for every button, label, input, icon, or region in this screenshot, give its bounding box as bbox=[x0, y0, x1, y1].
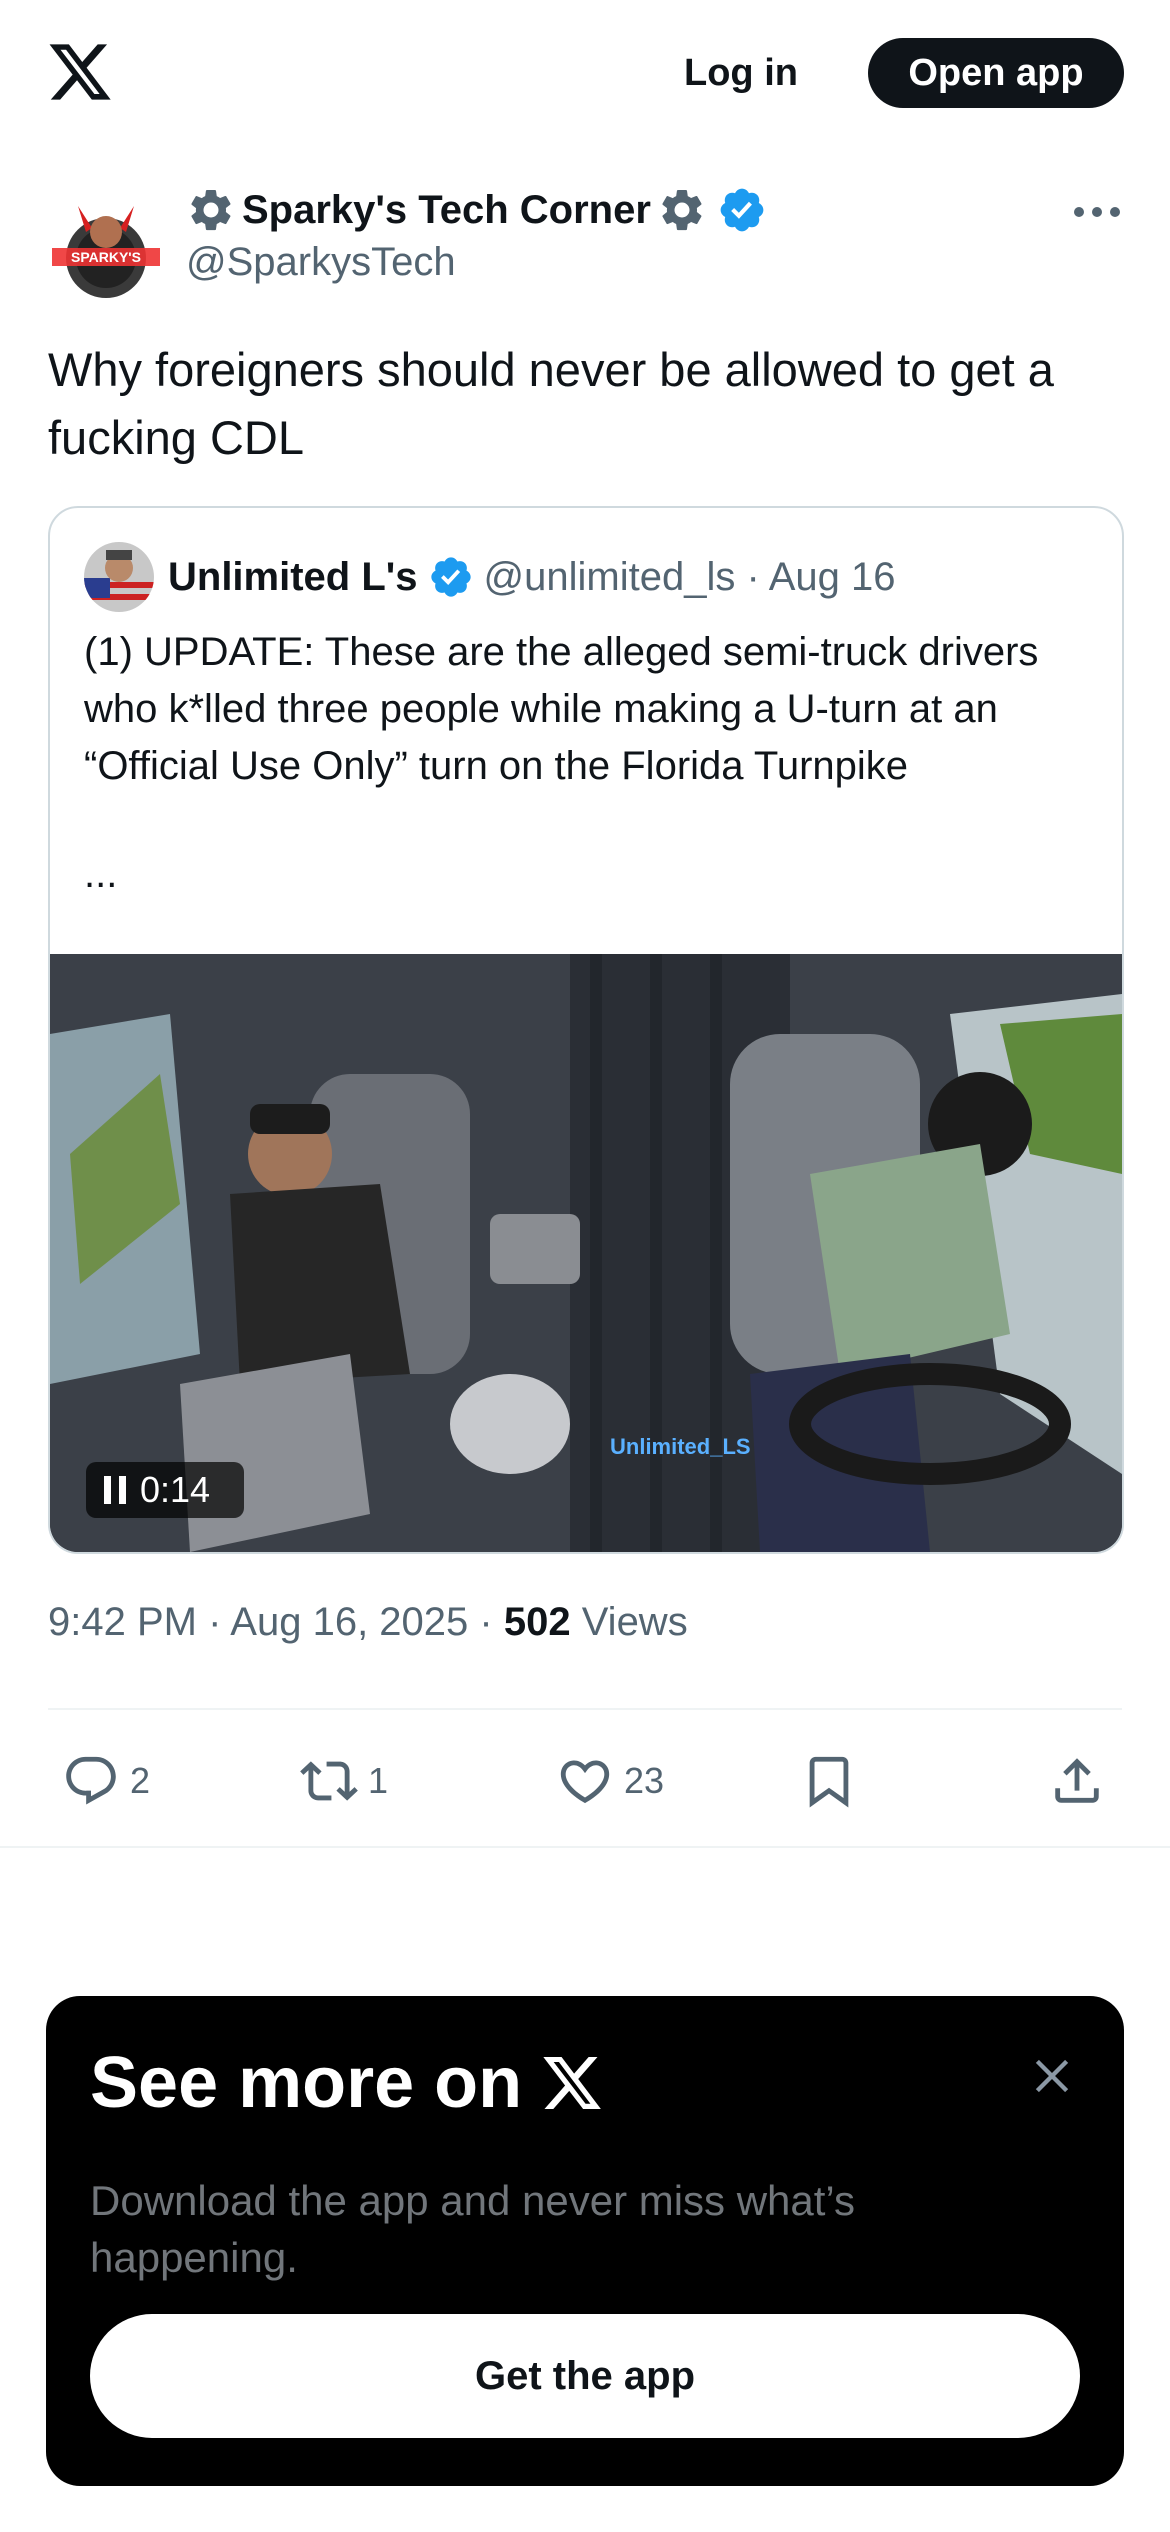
verified-badge-icon bbox=[720, 188, 764, 232]
quote-header[interactable]: Unlimited L's @unlimited_ls · Aug 16 bbox=[168, 542, 895, 612]
retweet-icon bbox=[300, 1761, 358, 1801]
author-avatar[interactable]: SPARKY'S bbox=[48, 188, 164, 304]
tweet-meta: 9:42 PM · Aug 16, 2025 · 502 Views bbox=[48, 1600, 688, 1645]
quote-avatar[interactable] bbox=[84, 542, 154, 612]
get-the-app-button[interactable]: Get the app bbox=[90, 2314, 1080, 2438]
tweet-text: Why foreigners should never be allowed t… bbox=[48, 343, 1054, 464]
like-button[interactable]: 23 bbox=[556, 1746, 664, 1816]
quote-text: (1) UPDATE: These are the alleged semi-t… bbox=[84, 630, 1039, 788]
open-app-button[interactable]: Open app bbox=[868, 38, 1124, 108]
author-name-row[interactable]: Sparky's Tech Corner bbox=[186, 180, 767, 240]
retweet-count: 1 bbox=[368, 1760, 389, 1801]
quote-avatar-graphic bbox=[84, 542, 154, 612]
reply-count: 2 bbox=[130, 1760, 151, 1801]
gear-icon bbox=[191, 189, 231, 231]
quote-ellipsis: ... bbox=[84, 852, 118, 896]
verified-badge-icon bbox=[430, 557, 471, 597]
divider bbox=[48, 1708, 1122, 1710]
promo-title-text: See more on bbox=[90, 2043, 523, 2123]
reply-button[interactable]: 2 bbox=[62, 1746, 150, 1816]
tweet-timestamp[interactable]: 9:42 PM · Aug 16, 2025 · bbox=[48, 1600, 504, 1644]
bookmark-icon bbox=[809, 1756, 849, 1808]
retweet-button[interactable]: 1 bbox=[300, 1746, 388, 1816]
promo-title: See more on bbox=[90, 2042, 604, 2124]
quote-author-name[interactable]: Unlimited L's bbox=[168, 555, 418, 600]
video-watermark: Unlimited_LS bbox=[610, 1434, 751, 1459]
video-player[interactable]: Unlimited_LS 0:14 bbox=[50, 954, 1122, 1552]
avatar-text: SPARKY'S bbox=[71, 249, 141, 265]
promo-subtitle: Download the app and never miss what’s h… bbox=[90, 2177, 856, 2281]
more-options-icon[interactable] bbox=[1070, 192, 1124, 232]
views-label: Views bbox=[581, 1600, 688, 1644]
author-handle[interactable]: @SparkysTech bbox=[186, 240, 456, 285]
gear-icon bbox=[662, 189, 702, 231]
close-icon[interactable] bbox=[1026, 2050, 1078, 2102]
views-count: 502 bbox=[503, 1600, 571, 1644]
quoted-tweet-card[interactable]: Unlimited L's @unlimited_ls · Aug 16 (1)… bbox=[48, 506, 1124, 1554]
heart-icon bbox=[560, 1760, 610, 1804]
share-button[interactable] bbox=[1048, 1746, 1106, 1816]
quote-handle-date: @unlimited_ls · Aug 16 bbox=[483, 554, 896, 599]
bookmark-button[interactable] bbox=[800, 1746, 858, 1816]
avatar-graphic: SPARKY'S bbox=[52, 206, 160, 298]
pause-icon[interactable] bbox=[104, 1476, 126, 1504]
app-promo-sheet: See more on Download the app and never m… bbox=[46, 1996, 1124, 2486]
like-count: 23 bbox=[624, 1760, 665, 1801]
reply-icon bbox=[66, 1756, 116, 1805]
share-icon bbox=[1055, 1758, 1099, 1803]
video-time-badge[interactable]: 0:14 bbox=[86, 1462, 244, 1518]
author-name[interactable]: Sparky's Tech Corner bbox=[242, 188, 651, 233]
divider bbox=[0, 1846, 1170, 1848]
x-logo-icon bbox=[543, 2057, 602, 2109]
x-logo-icon[interactable] bbox=[46, 38, 114, 106]
video-time: 0:14 bbox=[140, 1469, 211, 1510]
login-link[interactable]: Log in bbox=[684, 42, 798, 104]
